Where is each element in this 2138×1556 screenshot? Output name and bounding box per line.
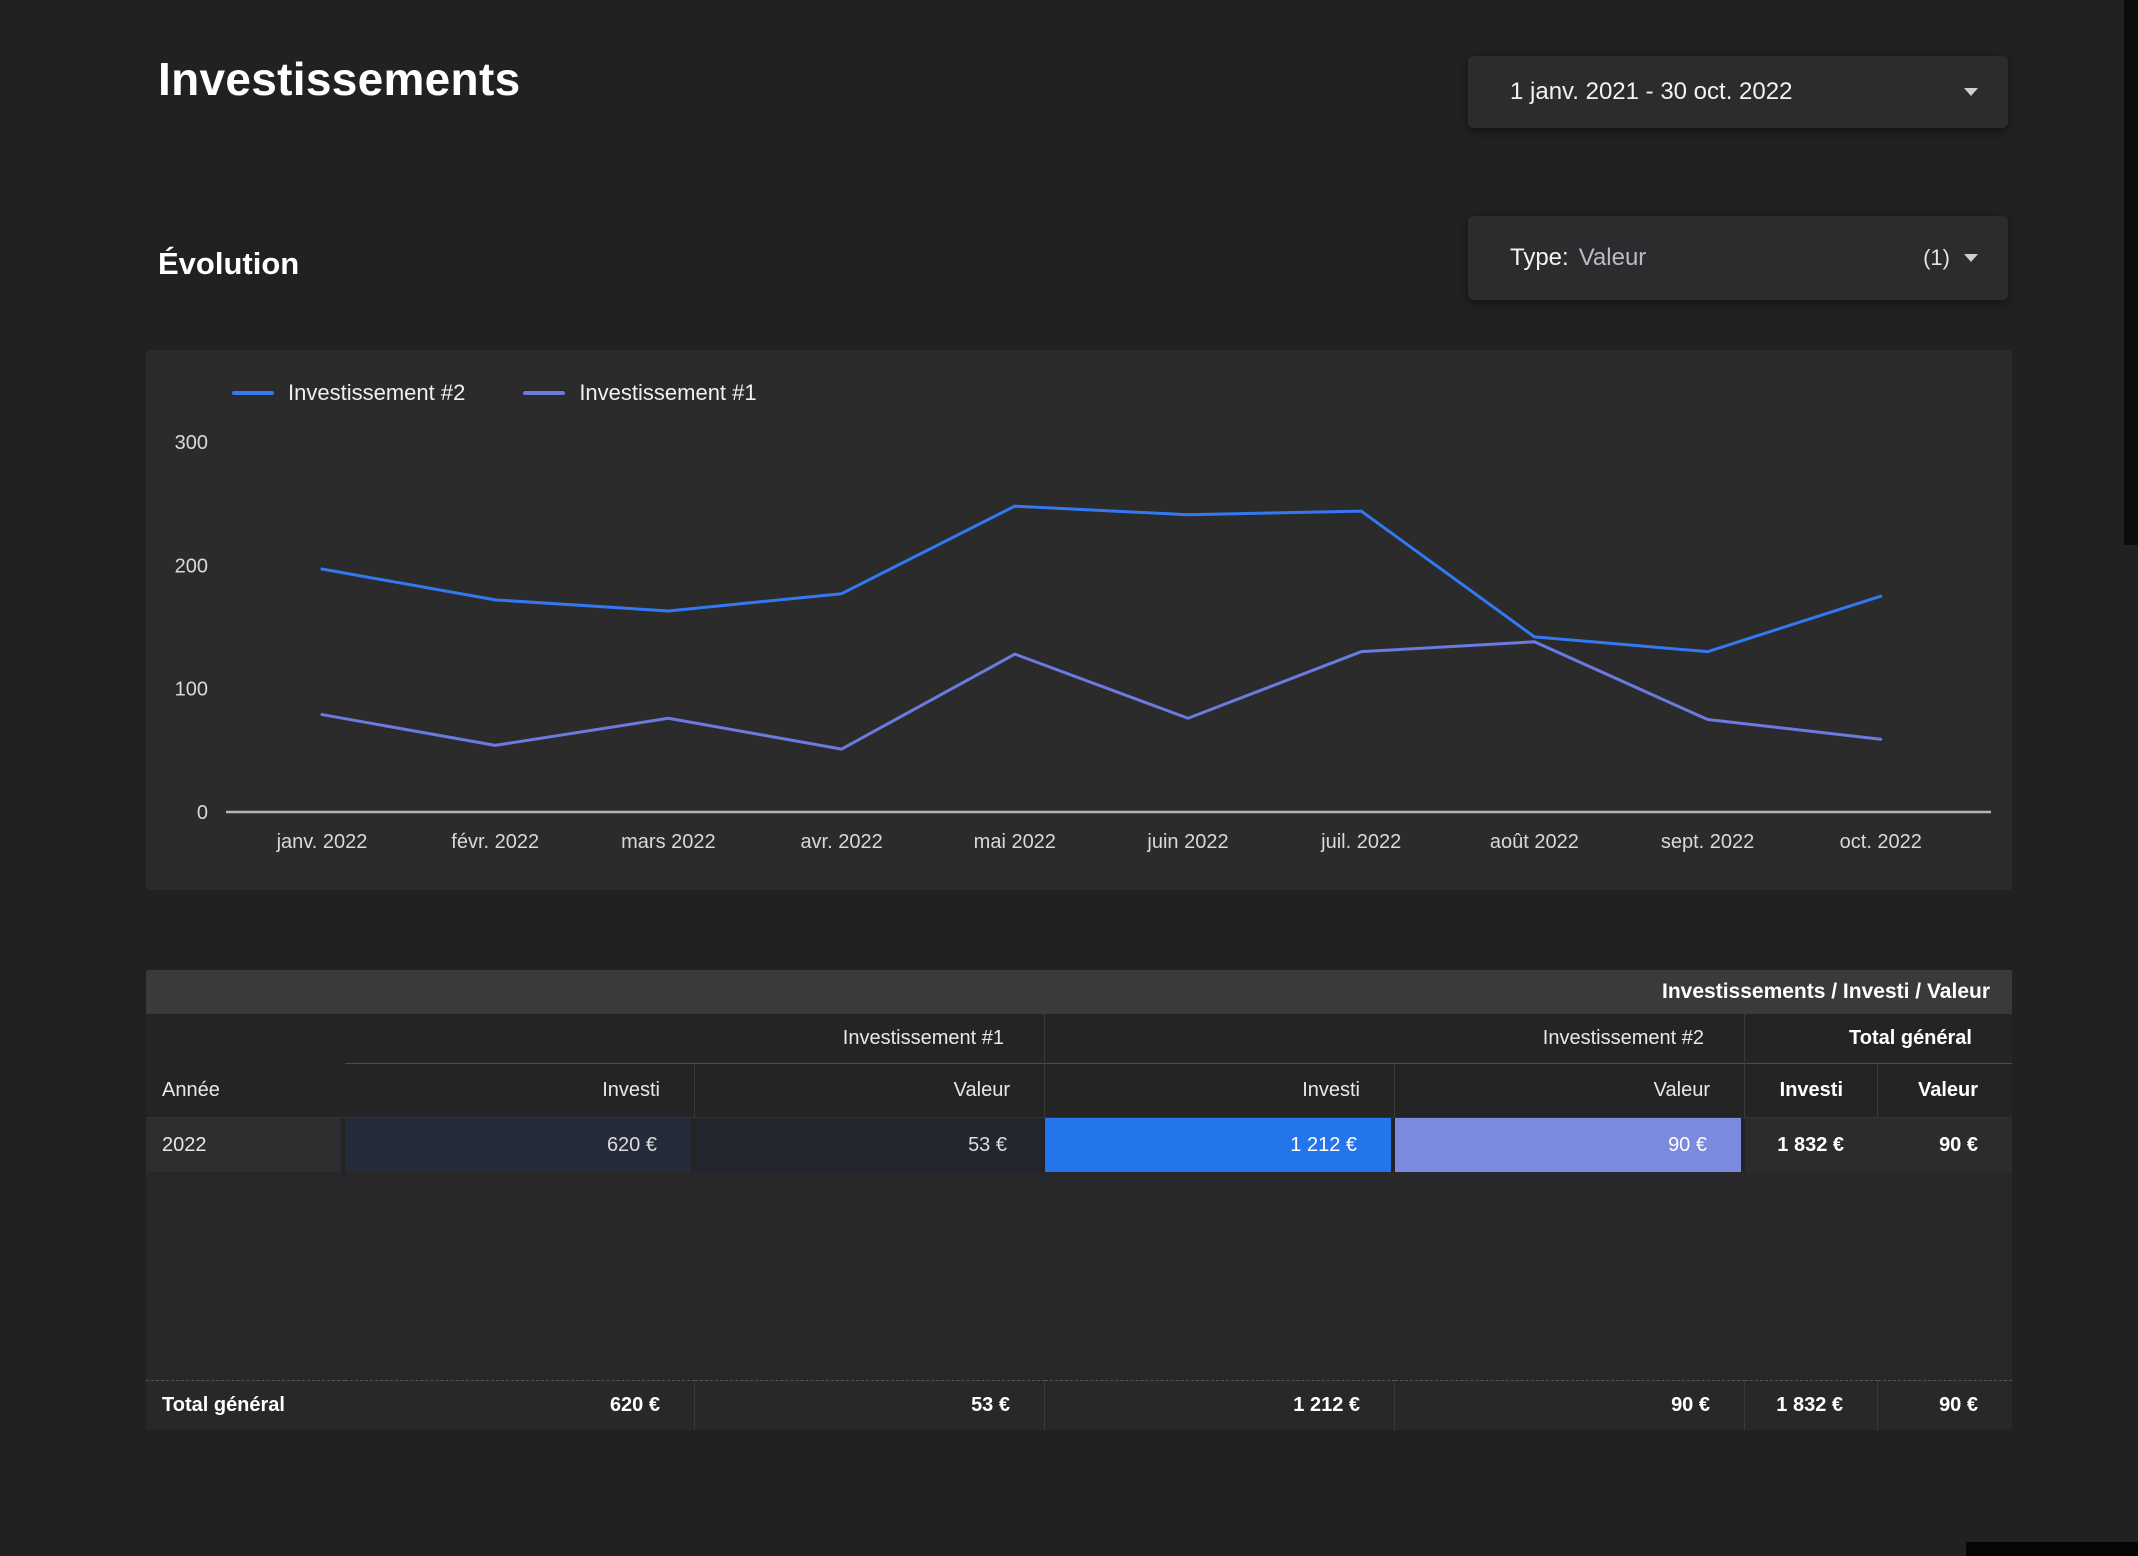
footer-investi-1: 620 € bbox=[345, 1380, 695, 1430]
legend-item-investissement-2[interactable]: Investissement #2 bbox=[232, 380, 465, 406]
row-label-2022: 2022 bbox=[146, 1118, 345, 1172]
svg-text:mai 2022: mai 2022 bbox=[974, 831, 1056, 853]
footer-investi-2: 1 212 € bbox=[1045, 1380, 1395, 1430]
svg-text:sept. 2022: sept. 2022 bbox=[1661, 831, 1754, 853]
group-header-investissement-2: Investissement #2 bbox=[1045, 1014, 1745, 1064]
column-header-investi-1: Investi bbox=[345, 1064, 695, 1118]
svg-text:janv. 2022: janv. 2022 bbox=[276, 831, 368, 853]
vertical-scrollbar-thumb[interactable] bbox=[2124, 0, 2138, 545]
table-empty-area bbox=[146, 1172, 2012, 1380]
date-range-value: 1 janv. 2021 - 30 oct. 2022 bbox=[1510, 78, 1793, 105]
cell-valeur-1: 53 € bbox=[695, 1118, 1045, 1172]
cell-investi-2: 1 212 € bbox=[1045, 1118, 1395, 1172]
cell-valeur-total: 90 € bbox=[1878, 1118, 2012, 1172]
svg-text:200: 200 bbox=[175, 555, 208, 577]
chevron-down-icon bbox=[1964, 254, 1978, 262]
legend-label: Investissement #1 bbox=[579, 380, 757, 405]
svg-text:300: 300 bbox=[175, 432, 208, 454]
evolution-chart-card: 0 100 200 300 janv. 2022 févr. 2022 mars 2022 a… bbox=[146, 350, 2012, 890]
legend-item-investissement-1[interactable]: Investissement #1 bbox=[523, 380, 757, 406]
svg-text:févr. 2022: févr. 2022 bbox=[451, 831, 539, 853]
type-filter-dropdown[interactable]: Type: Valeur (1) bbox=[1468, 216, 2008, 300]
svg-text:100: 100 bbox=[175, 679, 208, 701]
table-title: Investissements / Investi / Valeur bbox=[1662, 980, 1990, 1003]
date-range-dropdown[interactable]: 1 janv. 2021 - 30 oct. 2022 bbox=[1468, 56, 2008, 128]
line-chart: 0 100 200 300 janv. 2022 févr. 2022 mars 2022 a… bbox=[175, 432, 1991, 853]
pivot-table: Investissements / Investi / Valeur Inves… bbox=[146, 970, 2012, 1430]
chevron-down-icon bbox=[1964, 88, 1978, 96]
column-header-row: Année Investi Valeur Investi Valeur Inve… bbox=[146, 1064, 2012, 1118]
type-filter-label: Type: bbox=[1510, 244, 1569, 271]
column-header-investi-total: Investi bbox=[1745, 1064, 1878, 1118]
svg-text:oct. 2022: oct. 2022 bbox=[1840, 831, 1922, 853]
type-filter-value: Valeur bbox=[1578, 244, 1647, 271]
type-filter-count: (1) bbox=[1923, 245, 1950, 270]
cell-investi-total: 1 832 € bbox=[1745, 1118, 1878, 1172]
group-header-row: Investissement #1 Investissement #2 Tota… bbox=[146, 1014, 2012, 1064]
footer-investi-total: 1 832 € bbox=[1745, 1380, 1878, 1430]
column-header-valeur-1: Valeur bbox=[695, 1064, 1045, 1118]
column-header-valeur-total: Valeur bbox=[1878, 1064, 2012, 1118]
group-header-spacer bbox=[146, 1014, 345, 1064]
group-header-total-general: Total général bbox=[1745, 1014, 2012, 1064]
column-header-annee: Année bbox=[146, 1064, 345, 1118]
table-title-bar: Investissements / Investi / Valeur bbox=[146, 970, 2012, 1014]
svg-text:0: 0 bbox=[197, 802, 208, 824]
column-header-investi-2: Investi bbox=[1045, 1064, 1395, 1118]
legend-label: Investissement #2 bbox=[288, 380, 466, 405]
svg-text:juin 2022: juin 2022 bbox=[1146, 831, 1228, 853]
footer-valeur-2: 90 € bbox=[1395, 1380, 1745, 1430]
section-title: Évolution bbox=[158, 246, 300, 281]
chart-legend: Investissement #2 Investissement #1 bbox=[232, 380, 757, 406]
footer-valeur-total: 90 € bbox=[1878, 1380, 2012, 1430]
column-header-valeur-2: Valeur bbox=[1395, 1064, 1745, 1118]
legend-swatch bbox=[523, 391, 566, 395]
svg-text:août 2022: août 2022 bbox=[1490, 831, 1579, 853]
page-title: Investissements bbox=[158, 53, 521, 105]
footer-label: Total général bbox=[146, 1380, 345, 1430]
svg-text:mars 2022: mars 2022 bbox=[621, 831, 716, 853]
footer-valeur-1: 53 € bbox=[695, 1380, 1045, 1430]
svg-text:avr. 2022: avr. 2022 bbox=[800, 831, 882, 853]
legend-swatch bbox=[232, 391, 274, 395]
cell-investi-1: 620 € bbox=[345, 1118, 695, 1172]
group-header-investissement-1: Investissement #1 bbox=[345, 1014, 1045, 1064]
table-footer-row: Total général 620 € 53 € 1 212 € 90 € 1 … bbox=[146, 1380, 2012, 1430]
scrollbar-corner[interactable] bbox=[1966, 1542, 2138, 1556]
table-row: 2022 620 € 53 € 1 212 € 90 € 1 832 € 90 … bbox=[146, 1118, 2012, 1172]
svg-text:juil. 2022: juil. 2022 bbox=[1320, 831, 1401, 853]
cell-valeur-2: 90 € bbox=[1395, 1118, 1745, 1172]
